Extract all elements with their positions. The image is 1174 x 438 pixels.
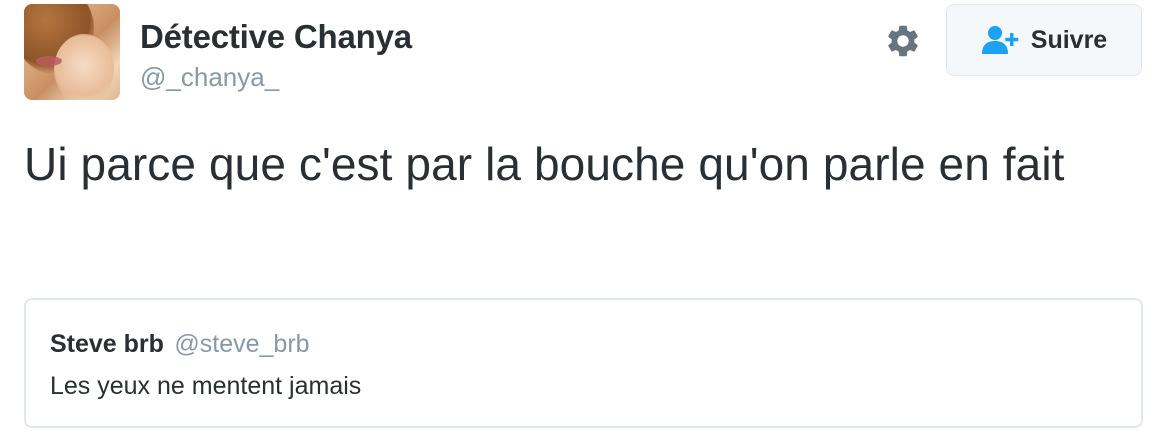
gear-icon[interactable]: [884, 22, 922, 60]
follow-button[interactable]: Suivre: [946, 4, 1142, 76]
tweet-card: Détective Chanya @_chanya_ Suivre Ui par…: [0, 0, 1174, 438]
author-avatar[interactable]: [24, 4, 120, 100]
quoted-tweet-text: Les yeux ne mentent jamais: [50, 372, 362, 400]
quoted-author-name: Steve brb: [50, 330, 164, 358]
quoted-tweet[interactable]: Steve brb @steve_brb Les yeux ne mentent…: [24, 298, 1143, 428]
tweet-text: Ui parce que c'est par la bouche qu'on p…: [24, 138, 1065, 190]
follow-button-label: Suivre: [1030, 25, 1108, 54]
quoted-tweet-header: Steve brb @steve_brb: [50, 330, 310, 359]
author-display-name[interactable]: Détective Chanya: [140, 18, 412, 56]
author-handle[interactable]: @_chanya_: [140, 62, 279, 93]
add-user-icon: [981, 24, 1021, 56]
avatar-face-shape: [54, 34, 114, 100]
quoted-author-handle: @steve_brb: [174, 330, 310, 358]
avatar-lips-shape: [36, 56, 62, 66]
